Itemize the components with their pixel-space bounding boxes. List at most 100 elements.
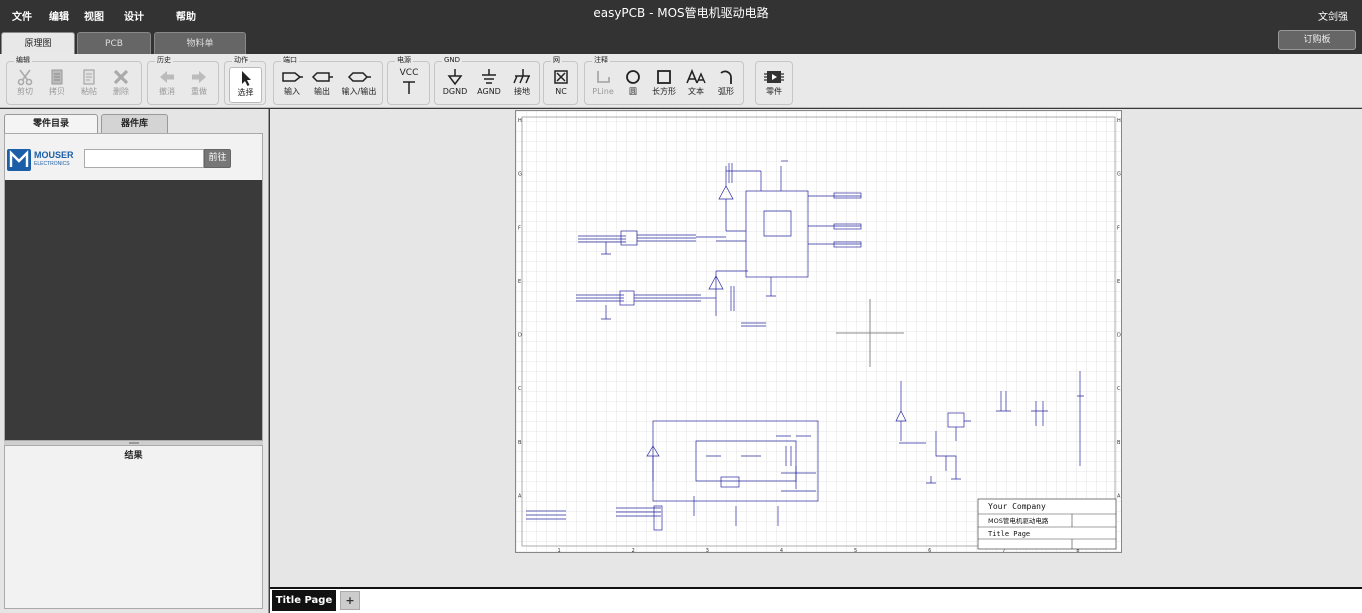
rectangle-icon xyxy=(657,70,671,84)
toolgroup-action-label: 动作 xyxy=(232,55,250,65)
user-name[interactable]: 文剑强 xyxy=(1318,8,1348,23)
nc-label: NC xyxy=(555,87,567,96)
sheet-column-label: 3 xyxy=(706,548,709,552)
sheet-column-label: 1 xyxy=(557,548,560,552)
sheet-column-label: 5 xyxy=(854,548,857,552)
toolgroup-annotation-label: 注释 xyxy=(592,55,610,65)
arc-button[interactable]: 弧形 xyxy=(712,67,740,103)
sheet-column-label: 2 xyxy=(632,548,635,552)
cut-button[interactable]: 剪切 xyxy=(11,67,39,103)
chip-icon xyxy=(764,71,784,83)
circle-button[interactable]: 圆 xyxy=(620,67,646,103)
toolgroup-net: 网 NC xyxy=(543,55,578,105)
sheet-row-label: E xyxy=(518,279,521,285)
toolgroup-action: 动作 选择 xyxy=(224,55,266,105)
schematic-canvas[interactable]: 12345678 HHGGFFEEDDCCBBAA Your Company M… xyxy=(270,109,1362,587)
part-button[interactable]: 零件 xyxy=(759,67,789,103)
port-output-label: 输出 xyxy=(314,87,330,96)
port-input-label: 输入 xyxy=(284,87,300,96)
vcc-button[interactable]: VCC xyxy=(392,67,426,103)
title-block-company: Your Company xyxy=(988,502,1046,511)
sheet-row-label: F xyxy=(1117,225,1120,231)
mouser-logo: MOUSER ELECTRONICS xyxy=(7,148,81,172)
toolgroup-net-label: 网 xyxy=(551,55,562,65)
earth-label: 接地 xyxy=(514,87,530,96)
paste-icon xyxy=(83,69,95,85)
sheet-row-label: H xyxy=(1117,118,1121,124)
arc-label: 弧形 xyxy=(718,87,734,96)
toolgroup-part: 零件 xyxy=(755,61,793,105)
left-panel: 零件目录 器件库 MOUSER ELECTRONICS 前往 结果 xyxy=(0,109,269,613)
title-block-project-name: MOS管电机驱动电路 xyxy=(988,516,1049,525)
port-input-icon xyxy=(282,72,303,82)
delete-button[interactable]: 删除 xyxy=(107,67,135,103)
tab-pcb[interactable]: PCB xyxy=(77,32,151,54)
cut-label: 剪切 xyxy=(17,87,33,96)
port-inout-icon xyxy=(347,72,371,82)
agnd-button[interactable]: AGND xyxy=(473,67,505,103)
sheet-row-label: A xyxy=(1117,493,1121,499)
sheet-column-label: 4 xyxy=(780,548,783,552)
result-title: 结果 xyxy=(124,451,143,461)
toolgroup-edit-label: 编辑 xyxy=(14,55,32,65)
order-board-button[interactable]: 订购板 xyxy=(1278,30,1356,50)
tab-bom[interactable]: 物料单 xyxy=(154,32,246,54)
page-tab-bar: Title Page + xyxy=(270,587,1362,613)
port-input-button[interactable]: 输入 xyxy=(278,67,306,103)
part-search-input[interactable] xyxy=(84,149,204,168)
part-label: 零件 xyxy=(766,87,782,96)
title-block-page-title: Title Page xyxy=(988,530,1030,538)
undo-label: 撤消 xyxy=(159,87,175,96)
sheet-row-label: E xyxy=(1117,279,1120,285)
circle-icon xyxy=(626,70,640,84)
port-output-icon xyxy=(311,72,333,82)
agnd-icon xyxy=(482,69,496,84)
go-button[interactable]: 前往 xyxy=(204,149,231,168)
polyline-icon xyxy=(597,71,610,83)
delete-label: 删除 xyxy=(113,87,129,96)
vcc-label: VCC xyxy=(399,68,419,78)
top-menu-bar: 文件 编辑 视图 设计 帮助 easyPCB - MOS管电机驱动电路 文剑强 xyxy=(0,0,1362,30)
paste-label: 粘帖 xyxy=(81,87,97,96)
schematic-sheet[interactable]: 12345678 HHGGFFEEDDCCBBAA Your Company M… xyxy=(515,110,1122,554)
tab-schematic[interactable]: 原理图 xyxy=(1,32,75,54)
undo-button[interactable]: 撤消 xyxy=(152,67,182,103)
add-page-button[interactable]: + xyxy=(340,591,360,610)
splitter-grip xyxy=(129,442,139,444)
earth-ground-icon xyxy=(513,69,530,84)
dgnd-button[interactable]: DGND xyxy=(439,67,471,103)
copy-button[interactable]: 拷贝 xyxy=(43,67,71,103)
toolgroup-history: 历史 撤消 重做 xyxy=(147,55,219,105)
toolgroup-annotation: 注释 PLine 圆 长方形 文本 弧形 xyxy=(584,55,744,105)
dgnd-label: DGND xyxy=(442,87,468,96)
sheet-row-label: C xyxy=(518,386,522,392)
earth-button[interactable]: 接地 xyxy=(507,67,537,103)
catalog-panel: MOUSER ELECTRONICS 前往 xyxy=(4,133,263,441)
vcc-symbol-icon xyxy=(403,81,415,94)
tab-parts-catalog[interactable]: 零件目录 xyxy=(4,114,98,134)
page-tab-title-page[interactable]: Title Page xyxy=(272,590,336,611)
scissors-icon xyxy=(17,69,33,86)
pline-button[interactable]: PLine xyxy=(588,67,618,103)
catalog-results-list[interactable] xyxy=(5,180,262,440)
mouser-name: MOUSER xyxy=(34,150,74,160)
toolbar: 编辑 剪切 拷贝 粘帖 删除 历史 撤消 重做 动作 选择 端口 输入 输出 输… xyxy=(0,54,1362,108)
paste-button[interactable]: 粘帖 xyxy=(75,67,103,103)
text-button[interactable]: 文本 xyxy=(682,67,710,103)
result-panel: 结果 xyxy=(4,445,263,609)
sheet-row-label: G xyxy=(518,172,522,178)
toolgroup-port-label: 端口 xyxy=(281,55,299,65)
redo-button[interactable]: 重做 xyxy=(184,67,214,103)
select-label: 选择 xyxy=(237,88,254,97)
port-output-button[interactable]: 输出 xyxy=(308,67,336,103)
port-inout-button[interactable]: 输入/输出 xyxy=(338,67,380,103)
rect-button[interactable]: 长方形 xyxy=(649,67,679,103)
select-tool-button[interactable]: 选择 xyxy=(229,67,262,103)
sheet-row-label: G xyxy=(1117,172,1121,178)
port-inout-label: 输入/输出 xyxy=(341,87,377,96)
toolgroup-power-label: 电源 xyxy=(395,55,413,65)
toolgroup-gnd-label: GND xyxy=(442,55,463,65)
nc-button[interactable]: NC xyxy=(547,67,575,103)
arc-icon xyxy=(720,70,732,84)
tab-parts-library[interactable]: 器件库 xyxy=(101,114,168,134)
